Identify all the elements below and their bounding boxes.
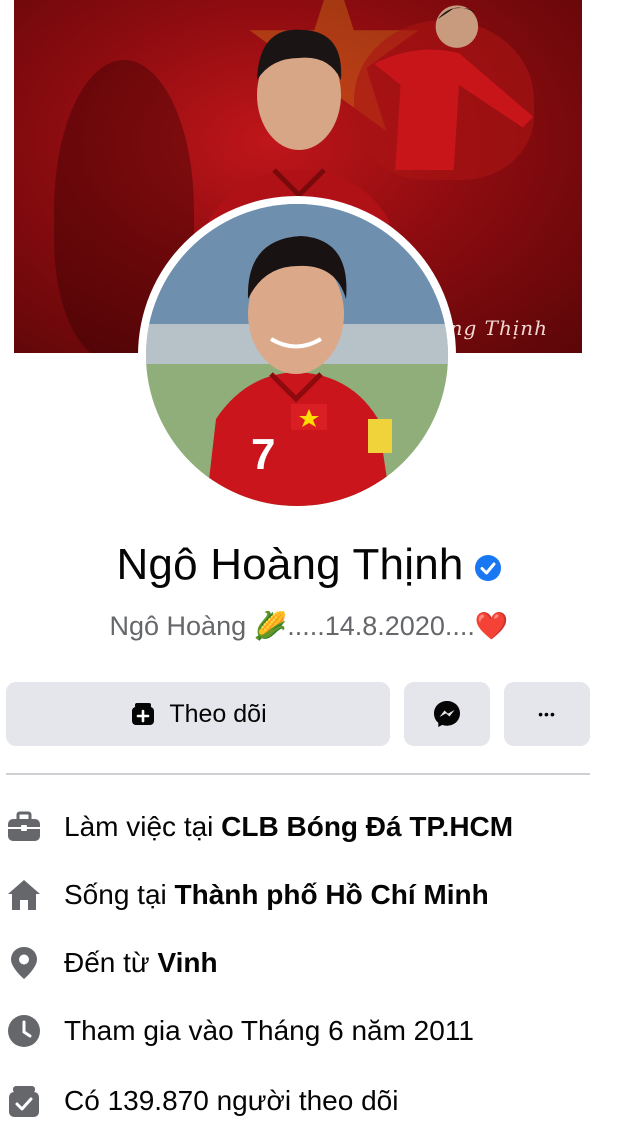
profile-name-row: Ngô Hoàng Thịnh [0,540,618,590]
follow-box-plus-icon [132,703,155,725]
follow-button[interactable]: Theo dõi [6,682,390,746]
cover-player-right-image [374,5,534,170]
detail-work: Làm việc tại CLB Bóng Đá TP.HCM [0,802,618,852]
messenger-icon [434,701,460,727]
detail-work-text: Làm việc tại CLB Bóng Đá TP.HCM [64,811,514,842]
more-dots-icon: ••• [538,706,556,722]
detail-joined: Tham gia vào Tháng 6 năm 2011 [0,1006,618,1056]
briefcase-icon [8,811,40,841]
messenger-button[interactable] [404,682,490,746]
profile-picture-frame[interactable]: 7 [138,196,456,514]
bio-prefix: Ngô Hoàng [109,611,254,641]
location-pin-icon [11,947,37,979]
section-divider [6,773,590,775]
profile-picture[interactable]: 7 [146,204,448,506]
detail-followers-text: Có 139.870 người theo dõi [64,1085,399,1116]
detail-lives-in: Sống tại Thành phố Hồ Chí Minh [0,870,618,920]
verified-badge-icon [474,555,501,581]
detail-lives-in-text: Sống tại Thành phố Hồ Chí Minh [64,879,489,910]
detail-followers[interactable]: Có 139.870 người theo dõi [0,1076,618,1126]
followers-icon [9,1086,39,1117]
profile-bio: Ngô Hoàng 🌽.....14.8.2020....❤️ [0,610,618,642]
svg-text:7: 7 [251,430,275,479]
home-icon [8,880,40,910]
more-options-button[interactable]: ••• [504,682,590,746]
clock-icon [8,1015,40,1047]
profile-player-image: 7 [146,204,448,506]
heart-emoji-icon: ❤️ [474,611,509,641]
detail-from-text: Đến từ Vinh [64,947,218,978]
detail-from: Đến từ Vinh [0,938,618,988]
follow-button-label: Theo dõi [169,699,267,728]
profile-name: Ngô Hoàng Thịnh [116,540,464,589]
bio-suffix: .....14.8.2020.... [287,611,475,641]
detail-joined-text: Tham gia vào Tháng 6 năm 2011 [64,1015,474,1046]
corn-emoji-icon: 🌽 [253,611,288,641]
